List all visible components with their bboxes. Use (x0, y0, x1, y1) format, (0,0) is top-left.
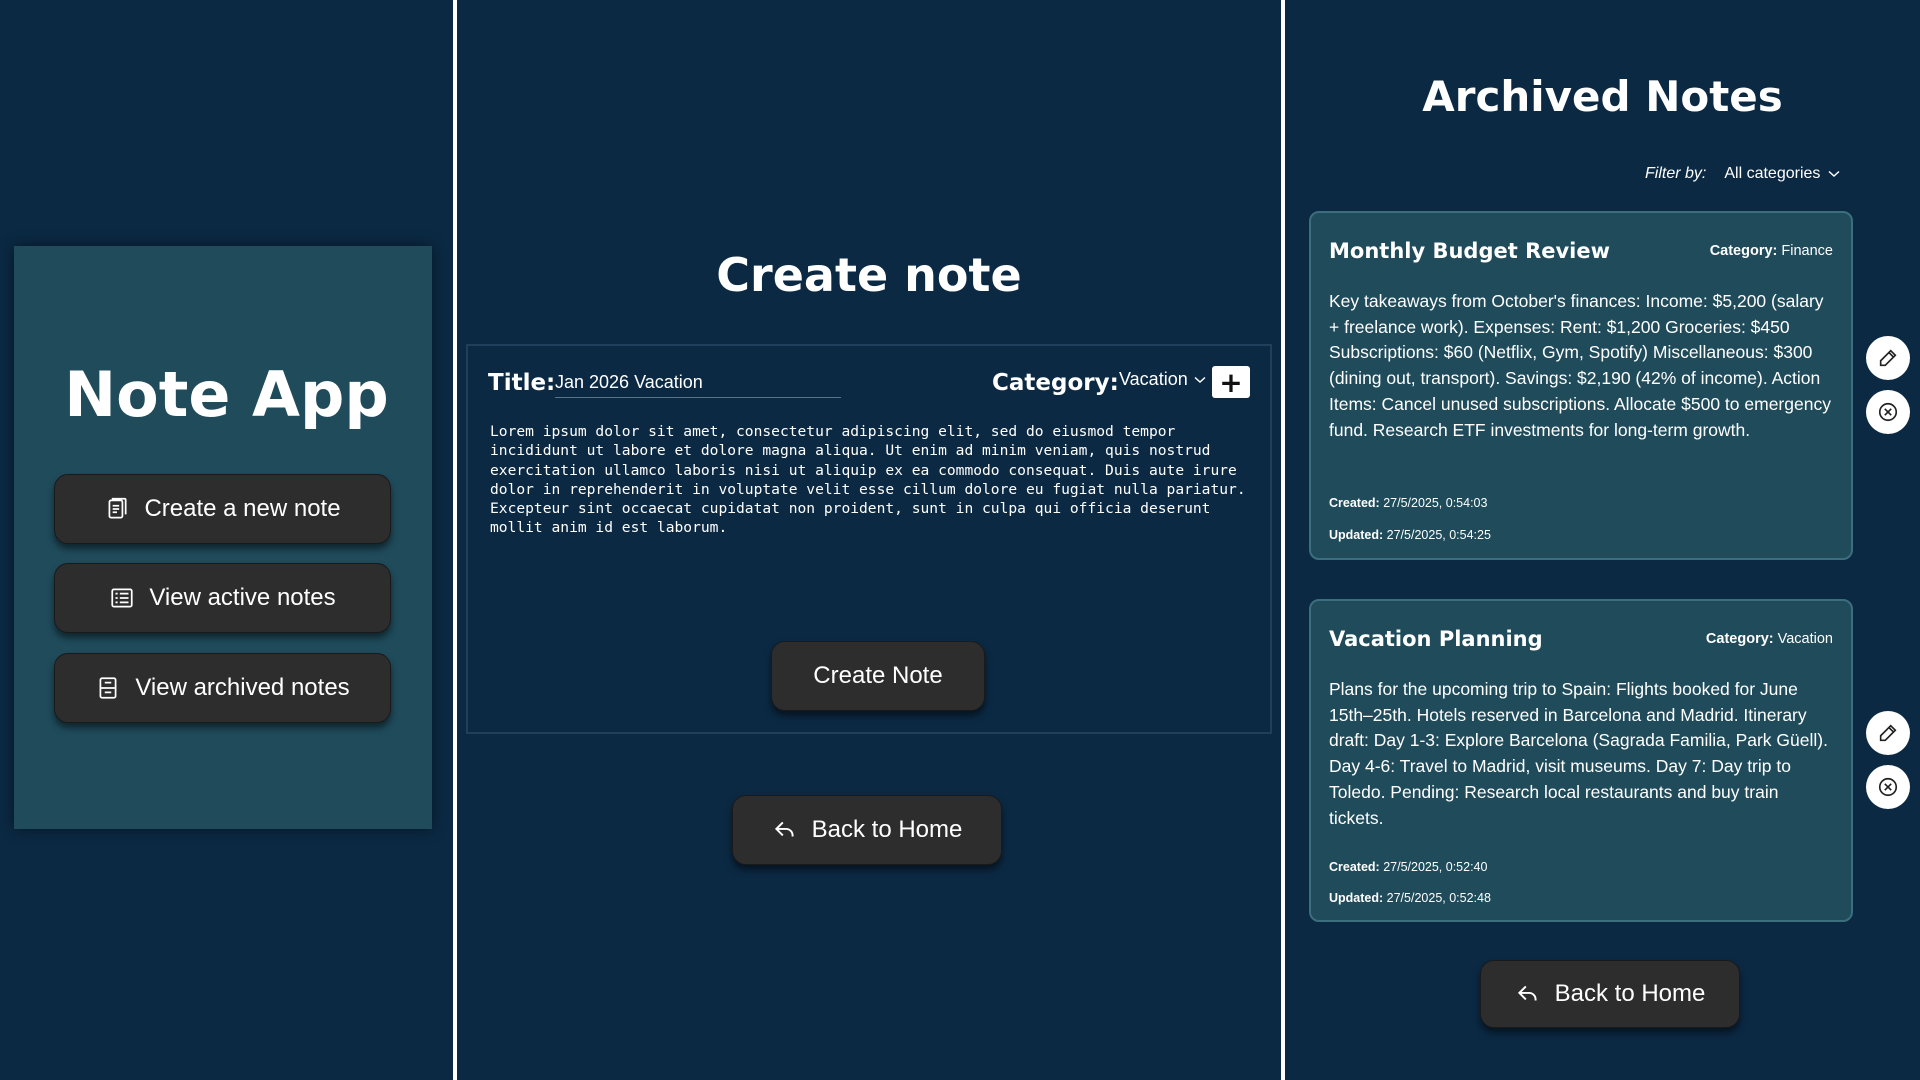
view-archived-notes-button[interactable]: View archived notes (54, 653, 391, 723)
create-note-button[interactable]: Create Note (771, 641, 985, 711)
filter-row: Filter by: All categories (1645, 165, 1840, 183)
back-to-home-label: Back to Home (1554, 980, 1706, 1007)
create-new-note-button[interactable]: Create a new note (54, 474, 391, 544)
filter-value: All categories (1724, 165, 1821, 182)
note-updated: Updated: 27/5/2025, 0:52:48 (1329, 891, 1491, 905)
category-value: Vacation (1119, 369, 1188, 389)
create-note-label: Create Note (813, 662, 943, 689)
note-category: Category: Finance (1710, 243, 1833, 259)
created-label: Created: (1329, 496, 1380, 510)
note-body: Plans for the upcoming trip to Spain: Fl… (1329, 679, 1828, 828)
back-to-home-button[interactable]: Back to Home (1480, 960, 1740, 1028)
note-created: Created: 27/5/2025, 0:52:40 (1329, 860, 1487, 874)
create-panel: Create note Title: Category: Vacation + … (457, 0, 1281, 1080)
back-arrow-icon (774, 821, 794, 837)
updated-value: 27/5/2025, 0:54:25 (1386, 528, 1491, 542)
close-circle-icon (1878, 777, 1898, 797)
note-updated: Updated: 27/5/2025, 0:54:25 (1329, 528, 1491, 542)
view-active-notes-button[interactable]: View active notes (54, 563, 391, 633)
archive-icon (99, 677, 117, 699)
list-icon (111, 588, 133, 608)
updated-label: Updated: (1329, 528, 1384, 542)
filter-label: Filter by: (1645, 165, 1707, 182)
edit-note-button[interactable] (1866, 336, 1910, 380)
updated-label: Updated: (1329, 891, 1384, 905)
back-arrow-icon (1517, 985, 1537, 1001)
created-label: Created: (1329, 860, 1380, 874)
pencil-icon (1879, 349, 1897, 367)
create-heading: Create note (716, 248, 1022, 302)
close-circle-icon (1878, 402, 1898, 422)
note-card: Vacation Planning Category: Vacation Pla… (1309, 599, 1853, 922)
created-value: 27/5/2025, 0:52:40 (1383, 860, 1488, 874)
note-category-label: Category: (1709, 243, 1778, 259)
note-title: Monthly Budget Review (1329, 239, 1611, 263)
back-to-home-label: Back to Home (811, 816, 963, 843)
title-label: Title: (488, 370, 556, 396)
title-input[interactable] (555, 368, 841, 398)
updated-value: 27/5/2025, 0:52:48 (1386, 891, 1491, 905)
note-category: Category: Vacation (1706, 631, 1833, 647)
category-select[interactable]: Vacation (1119, 369, 1206, 390)
delete-note-button[interactable] (1866, 765, 1910, 809)
create-note-form: Title: Category: Vacation + Lorem ipsum … (466, 344, 1272, 734)
note-body: Key takeaways from October's finances: I… (1329, 291, 1831, 440)
created-value: 27/5/2025, 0:54:03 (1383, 496, 1488, 510)
note-title: Vacation Planning (1329, 627, 1543, 651)
add-category-button[interactable]: + (1212, 366, 1250, 399)
app-title: Note App (64, 358, 389, 431)
category-filter-select[interactable]: All categories (1724, 165, 1840, 183)
archive-heading: Archived Notes (1422, 72, 1783, 121)
home-panel: Note App Create a new note View active n… (0, 0, 453, 1080)
view-active-notes-label: View active notes (149, 584, 336, 611)
back-to-home-button[interactable]: Back to Home (732, 795, 1002, 865)
note-body-textarea[interactable]: Lorem ipsum dolor sit amet, consectetur … (490, 422, 1254, 622)
delete-note-button[interactable] (1866, 390, 1910, 434)
note-category-label: Category: (1705, 631, 1774, 647)
note-created: Created: 27/5/2025, 0:54:03 (1329, 496, 1487, 510)
chevron-down-icon (1828, 170, 1840, 178)
chevron-down-icon (1194, 376, 1206, 383)
view-archived-notes-label: View archived notes (135, 674, 350, 701)
note-icon (108, 497, 127, 519)
archive-panel: Archived Notes Filter by: All categories… (1285, 0, 1920, 1080)
category-label: Category: (992, 370, 1119, 396)
note-card: Monthly Budget Review Category: Finance … (1309, 211, 1853, 560)
pencil-icon (1879, 724, 1897, 742)
create-new-note-label: Create a new note (144, 495, 341, 522)
note-category-value: Finance (1781, 243, 1833, 259)
edit-note-button[interactable] (1866, 711, 1910, 755)
note-category-value: Vacation (1777, 631, 1833, 647)
